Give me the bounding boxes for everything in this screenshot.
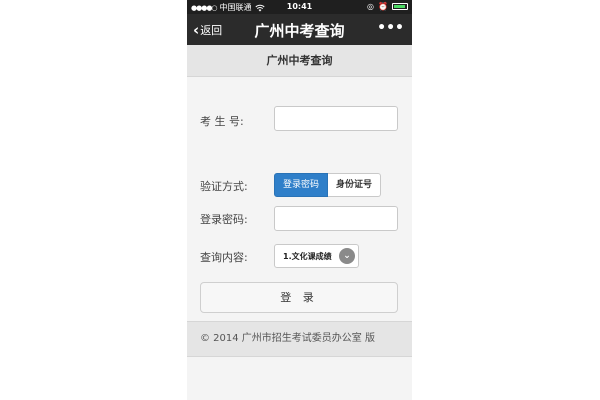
password-input[interactable] <box>274 206 398 231</box>
exam-no-input[interactable] <box>274 106 398 131</box>
login-button[interactable]: 登 录 <box>200 282 398 313</box>
verify-method-label: 验证方式: <box>200 180 248 193</box>
status-right: ◎ ⏰ <box>367 2 408 11</box>
verify-method-segmented: 登录密码 身份证号 <box>274 173 382 197</box>
more-menu-icon[interactable]: ••• <box>377 20 404 36</box>
phone-screen: ●●●●○ 中国联通 10:41 ◎ ⏰ ‹ 返回 广州中考查询 ••• 广州中… <box>187 0 412 400</box>
chevron-down-icon: ⌄ <box>339 248 355 264</box>
query-content-label: 查询内容: <box>200 251 248 264</box>
exam-no-label: 考 生 号: <box>200 115 244 128</box>
location-icon: ◎ <box>367 2 375 11</box>
verify-option-password[interactable]: 登录密码 <box>274 173 329 197</box>
battery-icon <box>392 3 408 10</box>
verify-option-id-card[interactable]: 身份证号 <box>328 173 382 197</box>
alarm-icon: ⏰ <box>378 2 388 11</box>
password-label: 登录密码: <box>200 213 248 226</box>
nav-bar: ‹ 返回 广州中考查询 ••• <box>187 14 412 45</box>
login-form: 考 生 号: 验证方式: 登录密码 身份证号 登录密码: 查询内容: 1.文化课… <box>187 77 412 322</box>
query-content-select[interactable]: 1.文化课成绩 ⌄ <box>274 244 359 268</box>
page-title: 广州中考查询 <box>187 45 412 77</box>
status-bar: ●●●●○ 中国联通 10:41 ◎ ⏰ <box>187 0 412 14</box>
footer-copyright: © 2014 广州市招生考试委员办公室 版 <box>187 321 412 357</box>
query-content-value: 1.文化课成绩 <box>283 252 332 261</box>
